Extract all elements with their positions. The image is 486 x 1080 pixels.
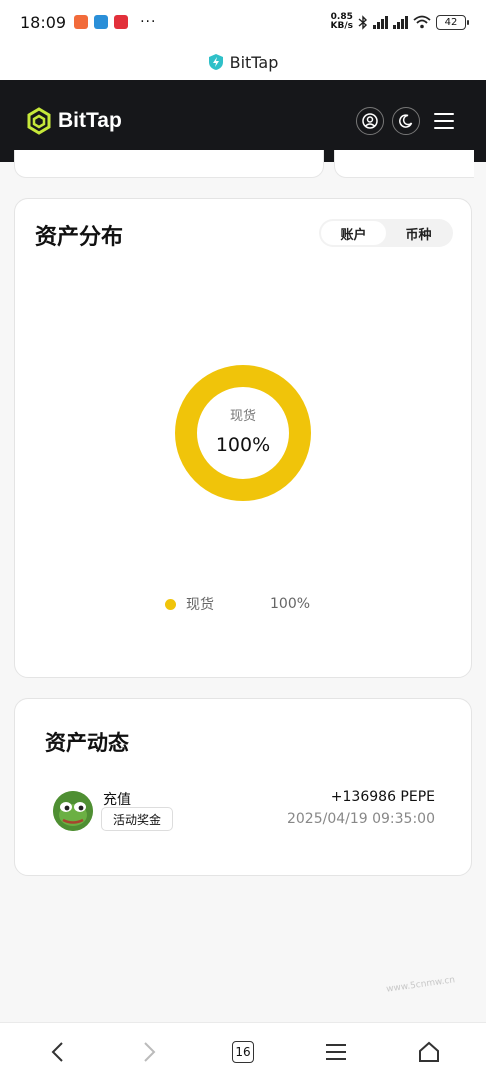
chart-legend: 现货 100%	[165, 594, 310, 614]
shield-icon	[208, 54, 223, 70]
theme-toggle-button[interactable]	[392, 107, 420, 135]
menu-icon	[434, 113, 454, 115]
battery-icon: 42	[436, 14, 469, 30]
page-title: BitTap	[229, 52, 279, 72]
status-time: 18:09	[20, 12, 67, 32]
app-notification-icon	[94, 15, 109, 29]
bittap-logo-icon	[27, 107, 51, 135]
browser-bottom-nav: 16	[0, 1022, 486, 1080]
menu-icon	[326, 1043, 347, 1060]
account-button[interactable]	[356, 107, 384, 135]
pepe-coin-avatar	[53, 791, 93, 831]
bluetooth-icon	[358, 14, 368, 30]
record-tag: 活动奖金	[101, 807, 174, 831]
section-title: 资产分布	[35, 225, 124, 250]
donut-center-value: 100%	[215, 433, 271, 456]
asset-distribution-card: 资产分布 账户 币种 现货 100% 现货 100%	[14, 198, 472, 678]
legend-label: 现货	[186, 597, 214, 613]
distribution-toggle: 账户 币种	[319, 219, 453, 247]
more-notifications-icon: ···	[140, 14, 157, 30]
network-speed: 0.85 KB/s	[330, 12, 353, 31]
record-time: 2025/04/19 09:35:00	[286, 811, 435, 827]
tab-currency[interactable]: 币种	[386, 221, 451, 245]
watermark: www.5cnmw.cn	[385, 975, 456, 995]
forward-button[interactable]	[130, 1032, 170, 1072]
status-bar: 18:09 ··· 0.85 KB/s 42	[0, 0, 486, 44]
app-notification-icon	[74, 15, 89, 29]
back-button[interactable]	[37, 1032, 77, 1072]
tabs-count: 16	[231, 1040, 254, 1063]
record-amount: +136986 PEPE	[330, 789, 435, 805]
menu-button[interactable]	[316, 1032, 356, 1072]
tab-account[interactable]: 账户	[321, 221, 386, 245]
notification-icons	[74, 15, 129, 29]
section-title: 资产动态	[45, 731, 129, 755]
signal-icon	[393, 15, 408, 29]
record-type: 充值	[103, 792, 131, 808]
signal-icon	[373, 15, 388, 29]
donut-center-label: 现货	[229, 408, 256, 424]
previous-card-right	[334, 150, 474, 178]
chevron-left-icon	[51, 1041, 63, 1062]
moon-icon	[399, 114, 413, 128]
asset-activity-card: 资产动态 充值 活动奖金 +136986 PEPE 2025/04/19 09:…	[14, 698, 472, 876]
legend-value: 100%	[270, 596, 311, 612]
home-icon	[419, 1041, 440, 1062]
app-notification-icon	[114, 15, 129, 29]
logo-text: BitTap	[58, 109, 122, 132]
menu-button[interactable]	[434, 107, 462, 135]
donut-chart: 现货 100%	[175, 365, 311, 501]
wifi-icon	[413, 15, 431, 29]
tabs-button[interactable]: 16	[223, 1032, 263, 1072]
url-bar[interactable]: BitTap	[0, 44, 486, 80]
chevron-right-icon	[144, 1041, 156, 1062]
activity-record[interactable]: 充值 活动奖金 +136986 PEPE 2025/04/19 09:35:00	[53, 789, 435, 839]
legend-color-dot	[165, 598, 176, 610]
bittap-logo[interactable]: BitTap	[26, 107, 122, 135]
previous-card-left	[14, 150, 324, 178]
user-icon	[362, 113, 378, 129]
home-button[interactable]	[409, 1032, 449, 1072]
